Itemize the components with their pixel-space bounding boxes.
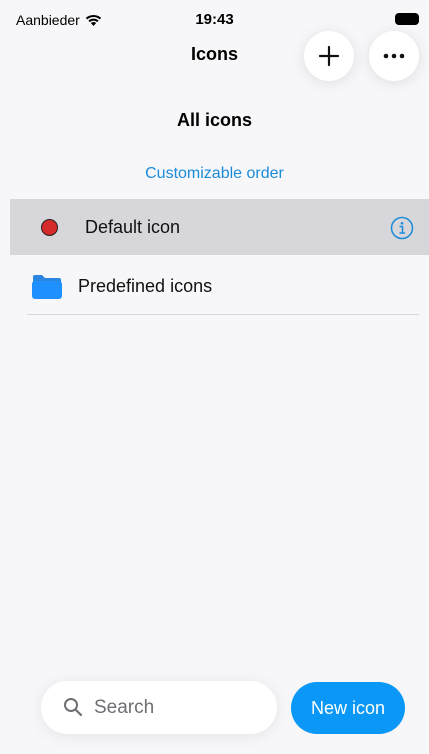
new-icon-button[interactable]: New icon (291, 682, 405, 734)
red-dot-icon (41, 219, 58, 236)
clock: 19:43 (195, 11, 234, 28)
plus-icon (318, 45, 340, 67)
search-icon (64, 698, 83, 717)
status-bar: Aanbieder 19:43 (0, 0, 429, 34)
customizable-order-link[interactable]: Customizable order (0, 165, 429, 183)
list-item-default-icon[interactable]: Default icon (10, 199, 429, 255)
section-title: All icons (176, 110, 252, 130)
search-field[interactable]: Search (41, 681, 277, 734)
search-placeholder: Search (94, 697, 155, 718)
battery-icon (395, 13, 419, 25)
info-icon[interactable] (390, 216, 414, 240)
ellipsis-icon (383, 53, 405, 59)
list-item-label: Default icon (85, 216, 181, 237)
more-button[interactable] (369, 31, 419, 81)
list-item-predefined-icons[interactable]: Predefined icons (10, 258, 429, 314)
folder-icon (32, 275, 62, 299)
list-item-label: Predefined icons (78, 275, 213, 296)
divider (27, 314, 419, 315)
page-title: Icons (190, 44, 238, 64)
add-button[interactable] (304, 31, 354, 81)
